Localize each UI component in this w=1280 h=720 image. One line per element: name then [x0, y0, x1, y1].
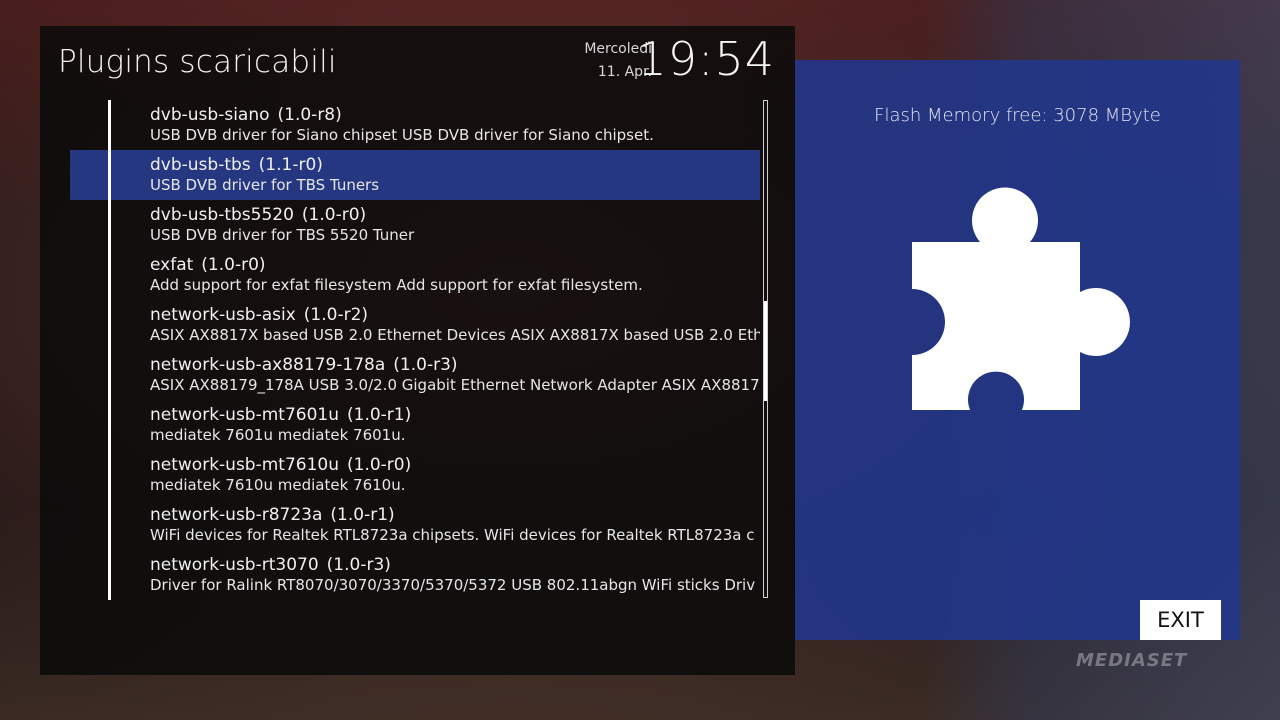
plugin-description: USB DVB driver for TBS Tuners: [150, 176, 380, 194]
plugin-version: (1.0-r3): [393, 355, 458, 375]
plugin-name: network-usb-mt7610u: [150, 455, 339, 475]
plugin-description: mediatek 7610u mediatek 7610u.: [150, 476, 406, 494]
plugin-name: network-usb-mt7601u: [150, 405, 339, 425]
plugin-name: network-usb-r8723a: [150, 505, 323, 525]
plugin-name: dvb-usb-tbs5520: [150, 205, 294, 225]
puzzle-piece-icon: [912, 187, 1130, 410]
plugin-description: Add support for exfat filesystem Add sup…: [150, 276, 643, 294]
plugin-version: (1.0-r0): [347, 455, 412, 475]
plugin-name: dvb-usb-siano: [150, 105, 270, 125]
plugin-name-line: dvb-usb-siano (1.0-r8): [150, 105, 760, 125]
plugin-name-line: network-usb-mt7610u (1.0-r0): [150, 455, 760, 475]
plugin-description: Driver for Ralink RT8070/3070/3370/5370/…: [150, 576, 756, 594]
plugin-list-item[interactable]: dvb-usb-tbs (1.1-r0) USB DVB driver for TB…: [70, 150, 760, 200]
clock: 19:54: [637, 32, 775, 86]
plugin-name-line: network-usb-r8723a (1.0-r1): [150, 505, 760, 525]
plugin-version: (1.0-r1): [330, 505, 395, 525]
plugin-name: exfat: [150, 255, 194, 275]
plugin-browser-panel: Plugins scaricabili Mercoledì 11. Apr. 1…: [40, 26, 795, 675]
scrollbar-thumb[interactable]: [764, 301, 767, 401]
plugin-name-line: network-usb-rt3070 (1.0-r3): [150, 555, 760, 575]
plugin-version: (1.0-r1): [347, 405, 412, 425]
list-divider: [108, 100, 111, 600]
info-panel: Flash Memory free: 3078 MByte: [795, 60, 1240, 640]
plugin-list-item[interactable]: dvb-usb-siano (1.0-r8) USB DVB driver for …: [70, 100, 760, 150]
plugin-version: (1.0-r0): [201, 255, 266, 275]
plugin-description: ASIX AX8817X based USB 2.0 Ethernet Devi…: [150, 326, 760, 344]
plugin-list-item[interactable]: network-usb-ax88179-178a (1.0-r3) ASIX AX8…: [70, 350, 760, 400]
plugin-version: (1.0-r2): [303, 305, 369, 325]
channel-watermark: MEDIASET: [1076, 650, 1188, 671]
plugin-list-item[interactable]: network-usb-mt7610u (1.0-r0) mediatek 7610…: [70, 450, 760, 500]
plugin-version: (1.1-r0): [258, 155, 323, 175]
list-scrollbar[interactable]: [763, 100, 768, 598]
plugin-name-line: exfat (1.0-r0): [150, 255, 760, 275]
plugin-name-line: dvb-usb-tbs (1.1-r0): [150, 155, 760, 175]
plugin-name: dvb-usb-tbs: [150, 155, 251, 175]
plugin-name: network-usb-rt3070: [150, 555, 319, 575]
plugin-name-line: dvb-usb-tbs5520 (1.0-r0): [150, 205, 760, 225]
plugin-description: mediatek 7601u mediatek 7601u.: [150, 426, 406, 444]
plugin-version: (1.0-r8): [277, 105, 342, 125]
page-title: Plugins scaricabili: [58, 44, 337, 80]
exit-button[interactable]: EXIT: [1140, 600, 1221, 640]
plugin-list-item[interactable]: exfat (1.0-r0) Add support for exfat files…: [70, 250, 760, 300]
plugin-description: WiFi devices for Realtek RTL8723a chipse…: [150, 526, 755, 544]
plugin-version: (1.0-r3): [326, 555, 391, 575]
plugin-description: USB DVB driver for Siano chipset USB DVB…: [150, 126, 654, 144]
plugin-list-item[interactable]: network-usb-asix (1.0-r2) ASIX AX8817X bas…: [70, 300, 760, 350]
plugin-name: network-usb-ax88179-178a: [150, 355, 386, 375]
flash-memory-status: Flash Memory free: 3078 MByte: [874, 105, 1161, 126]
plugin-list-item[interactable]: dvb-usb-tbs5520 (1.0-r0) USB DVB driver fo…: [70, 200, 760, 250]
plugin-name-line: network-usb-asix (1.0-r2): [150, 305, 760, 325]
plugin-description: ASIX AX88179_178A USB 3.0/2.0 Gigabit Et…: [150, 376, 760, 394]
plugin-version: (1.0-r0): [301, 205, 367, 225]
plugin-list-item[interactable]: network-usb-mt7601u (1.0-r1) mediatek 7601…: [70, 400, 760, 450]
plugin-name-line: network-usb-mt7601u (1.0-r1): [150, 405, 760, 425]
plugin-list[interactable]: dvb-usb-siano (1.0-r8) USB DVB driver for …: [70, 100, 760, 600]
plugin-list-item[interactable]: network-usb-rt3070 (1.0-r3) Driver for Ral…: [70, 550, 760, 600]
plugin-list-item[interactable]: network-usb-r8723a (1.0-r1) WiFi devices f…: [70, 500, 760, 550]
plugin-name-line: network-usb-ax88179-178a (1.0-r3): [150, 355, 760, 375]
plugin-name: network-usb-asix: [150, 305, 296, 325]
plugin-description: USB DVB driver for TBS 5520 Tuner: [150, 226, 415, 244]
